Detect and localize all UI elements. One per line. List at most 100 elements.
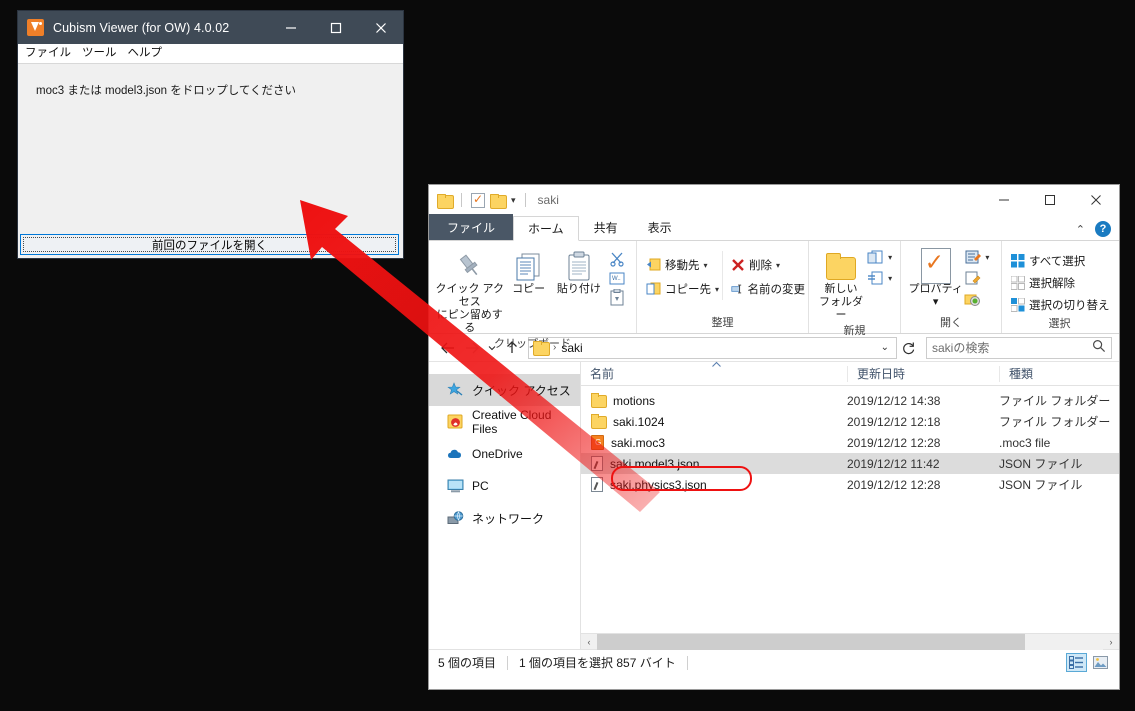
minimize-icon[interactable] [268,11,313,44]
select-none-icon [1011,276,1025,290]
refresh-icon[interactable] [897,336,921,360]
search-input[interactable]: sakiの検索 [926,336,1112,359]
scroll-right-arrow[interactable]: › [1103,637,1119,647]
scrollbar-track[interactable] [597,633,1103,650]
customize-caret-icon[interactable]: ▾ [511,195,516,206]
close-icon[interactable] [358,11,403,44]
tab-home[interactable]: ホーム [513,216,579,241]
new-item-button[interactable]: ▾ [867,248,894,267]
scroll-left-arrow[interactable]: ‹ [581,637,597,647]
search-icon[interactable] [1092,339,1106,356]
address-chevron-down-icon[interactable]: ⌄ [876,342,894,353]
file-name-cell[interactable]: saki.physics3.json [581,477,847,492]
chevron-down-icon[interactable]: ▾ [985,253,989,262]
column-header-modified[interactable]: 更新日時 [847,365,999,382]
open-button[interactable]: ▾ [964,248,995,267]
copy-icon [514,249,544,283]
paste-shortcut-icon[interactable] [610,288,624,306]
creative-cloud-icon [447,414,464,430]
ribbon-group-organize: 移動先 ▾ コピー先 ▾ 削除 ▾ 名前の変更 整理 [636,241,808,333]
ribbon-tabs: ファイル ホーム 共有 表示 ⌃ ? [429,214,1119,241]
file-name: saki.model3.json [610,456,700,471]
star-pin-icon [447,382,464,398]
ribbon-group-label-new: 新規 [843,325,866,337]
paste-button[interactable]: 貼り付け [553,247,605,296]
tab-file[interactable]: ファイル [429,214,514,240]
history-icon [964,294,981,306]
minimize-icon[interactable] [981,185,1027,215]
tab-share[interactable]: 共有 [579,215,633,240]
pin-to-quick-access-button[interactable]: クイック アクセス にピン留めする [435,247,505,335]
column-header-type[interactable]: 種類 [999,365,1119,382]
copy-to-label: コピー先 [665,284,711,296]
select-none-button[interactable]: 選択解除 [1008,273,1113,293]
move-to-button[interactable]: 移動先 ▾ [643,254,722,276]
horizontal-scrollbar[interactable]: ‹ › [581,633,1119,650]
table-row-selected[interactable]: saki.model3.json 2019/12/12 11:42 JSON フ… [581,453,1119,474]
explorer-window-title: saki [537,193,559,207]
invert-selection-button[interactable]: 選択の切り替え [1008,295,1113,315]
copy-path-icon[interactable]: W.. [609,270,625,286]
ribbon: クイック アクセス にピン留めする コピー 貼り付け W.. クリップボード 移… [429,241,1119,350]
edit-icon [965,271,981,285]
chevron-down-icon[interactable]: ▾ [704,261,708,270]
maximize-icon[interactable] [313,11,358,44]
copy-button[interactable]: コピー [505,247,553,296]
cut-scissors-icon[interactable] [609,250,625,268]
open-previous-file-button[interactable]: 前回のファイルを開く [20,234,399,255]
table-row[interactable]: saki.moc3 2019/12/12 12:28 .moc3 file [581,432,1119,453]
new-folder-icon [826,249,857,283]
large-icons-view-icon[interactable] [1090,653,1111,672]
sidebar-item-onedrive[interactable]: OneDrive [429,438,580,470]
chevron-down-icon[interactable]: ▾ [933,296,939,309]
scrollbar-thumb[interactable] [597,633,1025,650]
delete-button[interactable]: 削除 ▾ [728,254,808,276]
chevron-down-icon[interactable]: ▾ [888,253,892,262]
properties-button[interactable]: プロパティ ▾ [907,247,964,309]
file-name-cell[interactable]: saki.model3.json [581,456,847,471]
cubism-drop-area[interactable]: moc3 または model3.json をドロップしてください 前回のファイル… [18,64,403,258]
new-folder-button[interactable]: 新しい フォルダー [815,247,867,322]
file-name-cell[interactable]: saki.moc3 [581,435,847,450]
close-icon[interactable] [1073,185,1119,215]
folder-icon [590,414,607,429]
column-header-name[interactable]: 名前 [581,366,847,382]
help-icon[interactable]: ? [1095,221,1111,237]
table-row[interactable]: saki.1024 2019/12/12 12:18 ファイル フォルダー [581,411,1119,432]
file-rows: motions 2019/12/12 14:38 ファイル フォルダー saki… [581,386,1119,495]
edit-button[interactable] [964,269,995,288]
sidebar-item-creative-cloud-files[interactable]: Creative Cloud Files [429,406,580,438]
properties-icon[interactable] [471,192,485,208]
file-type: ファイル フォルダー [999,415,1111,429]
details-view-icon[interactable] [1066,653,1087,672]
status-selection-info: 1 個の項目を選択 857 バイト [519,656,676,670]
sidebar-item-quick-access[interactable]: クイック アクセス [429,374,580,406]
chevron-down-icon[interactable]: ▾ [888,274,892,283]
sidebar-item-pc[interactable]: PC [429,470,580,502]
sidebar-item-network[interactable]: ネットワーク [429,502,580,534]
tab-view[interactable]: 表示 [633,215,687,240]
maximize-icon[interactable] [1027,185,1073,215]
chevron-down-icon[interactable]: ▾ [715,285,719,294]
table-row[interactable]: saki.physics3.json 2019/12/12 12:28 JSON… [581,474,1119,495]
rename-button[interactable]: 名前の変更 [728,278,808,300]
history-button[interactable] [964,290,995,309]
select-all-button[interactable]: すべて選択 [1008,251,1113,271]
folder-icon[interactable] [437,193,454,209]
file-name-cell[interactable]: saki.1024 [581,414,847,429]
menu-item-help[interactable]: ヘルプ [128,47,163,60]
easy-access-button[interactable]: ▾ [867,269,894,288]
copy-to-button[interactable]: コピー先 ▾ [643,278,722,300]
file-name-cell[interactable]: motions [581,393,847,408]
menu-item-file[interactable]: ファイル [25,47,71,60]
file-name: saki.moc3 [611,435,666,450]
chevron-up-icon[interactable]: ⌃ [1076,223,1085,236]
folder-icon [533,341,550,356]
file-modified: 2019/12/12 12:28 [847,477,941,492]
table-row[interactable]: motions 2019/12/12 14:38 ファイル フォルダー [581,390,1119,411]
new-folder-icon[interactable] [490,193,507,209]
file-explorer-window: ▾ saki ファイル ホーム 共有 表示 [428,184,1120,690]
menu-item-tool[interactable]: ツール [82,47,117,60]
file-name: motions [613,393,656,408]
chevron-down-icon[interactable]: ▾ [776,261,780,270]
